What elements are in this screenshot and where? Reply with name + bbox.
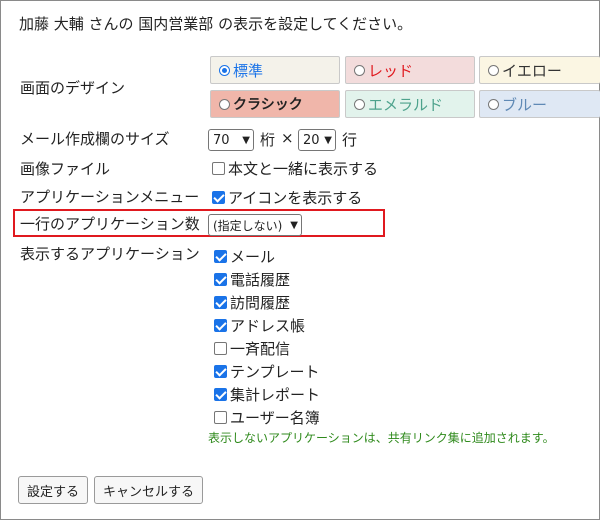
design-option-blue[interactable]: ブルー: [479, 90, 600, 118]
app-checkbox-visit-history[interactable]: 訪問履歴: [214, 292, 290, 313]
checkbox-label: ユーザー名簿: [230, 409, 320, 427]
radio-icon: [219, 98, 230, 110]
design-option-label: 標準: [233, 61, 264, 80]
radio-icon: [488, 98, 499, 110]
design-option-label: ブルー: [502, 95, 548, 114]
cancel-button[interactable]: キャンセルする: [94, 476, 203, 504]
note-text: 表示しないアプリケーションは、共有リンク集に追加されます。: [208, 431, 555, 445]
radio-icon-selected: [219, 64, 230, 76]
design-option-label: レッド: [368, 61, 414, 80]
checkbox-label: メール: [230, 248, 276, 266]
image-file-label: 画像ファイル: [20, 160, 111, 178]
app-checkbox-mail[interactable]: メール: [214, 246, 275, 267]
checkbox-label: アドレス帳: [230, 317, 306, 335]
design-option-label: イエロー: [502, 61, 562, 80]
chevron-down-icon: ▼: [324, 134, 332, 146]
app-checkbox-template[interactable]: テンプレート: [214, 361, 320, 382]
design-option-yellow[interactable]: イエロー: [479, 56, 600, 84]
app-menu-icons-checkbox[interactable]: アイコンを表示する: [212, 187, 362, 208]
checkbox-icon: [214, 342, 227, 355]
checkbox-checked-icon: [214, 296, 227, 309]
apps-per-row-select[interactable]: (指定しない) ▼: [208, 214, 302, 236]
checkbox-icon: [212, 162, 225, 175]
checkbox-label: 一斉配信: [230, 340, 291, 358]
design-option-standard[interactable]: 標準: [210, 56, 340, 84]
design-label: 画面のデザイン: [20, 79, 126, 97]
radio-icon: [488, 64, 499, 76]
design-option-classic[interactable]: クラシック: [210, 90, 340, 118]
memo-rows-select[interactable]: 20 ▼: [298, 129, 336, 151]
memo-rows-unit: 行: [342, 131, 358, 149]
memo-columns-select[interactable]: 70 ▼: [208, 129, 254, 151]
chevron-down-icon: ▼: [290, 219, 298, 231]
app-checkbox-phone-history[interactable]: 電話履歴: [214, 269, 290, 290]
memo-rows-value: 20: [303, 132, 320, 148]
chevron-down-icon: ▼: [242, 134, 250, 146]
radio-icon: [354, 64, 365, 76]
checkbox-label: アイコンを表示する: [228, 189, 363, 207]
checkbox-checked-icon: [214, 365, 227, 378]
design-option-label: クラシック: [233, 97, 303, 113]
app-checkbox-address-book[interactable]: アドレス帳: [214, 315, 305, 336]
checkbox-checked-icon: [214, 273, 227, 286]
image-inline-checkbox[interactable]: 本文と一緒に表示する: [212, 158, 378, 179]
app-checkbox-user-directory[interactable]: ユーザー名簿: [214, 407, 320, 428]
apps-per-row-value: (指定しない): [213, 218, 283, 233]
radio-icon: [354, 98, 365, 110]
checkbox-label: 電話履歴: [230, 271, 291, 289]
checkbox-checked-icon: [214, 388, 227, 401]
page-header: 加藤 大輔 さんの 国内営業部 の表示を設定してください。: [19, 15, 413, 33]
app-checkbox-broadcast[interactable]: 一斉配信: [214, 338, 290, 359]
apps-per-row-label: 一行のアプリケーション数: [20, 215, 200, 233]
memo-columns-unit: 桁: [260, 131, 276, 149]
design-option-red[interactable]: レッド: [345, 56, 475, 84]
display-apps-label: 表示するアプリケーション: [20, 245, 200, 263]
design-option-emerald[interactable]: エメラルド: [345, 90, 475, 118]
checkbox-label: テンプレート: [230, 363, 320, 381]
memo-columns-value: 70: [213, 132, 230, 148]
checkbox-checked-icon: [212, 191, 225, 204]
checkbox-checked-icon: [214, 319, 227, 332]
save-button[interactable]: 設定する: [18, 476, 88, 504]
checkbox-checked-icon: [214, 250, 227, 263]
app-menu-label: アプリケーションメニュー: [20, 188, 200, 206]
checkbox-label: 本文と一緒に表示する: [228, 160, 379, 178]
memo-size-label: メール作成欄のサイズ: [20, 130, 170, 148]
checkbox-label: 訪問履歴: [230, 294, 291, 312]
times-sign: ×: [281, 129, 294, 147]
checkbox-icon: [214, 411, 227, 424]
design-option-label: エメラルド: [368, 95, 444, 114]
checkbox-label: 集計レポート: [230, 386, 321, 404]
app-checkbox-report[interactable]: 集計レポート: [214, 384, 320, 405]
